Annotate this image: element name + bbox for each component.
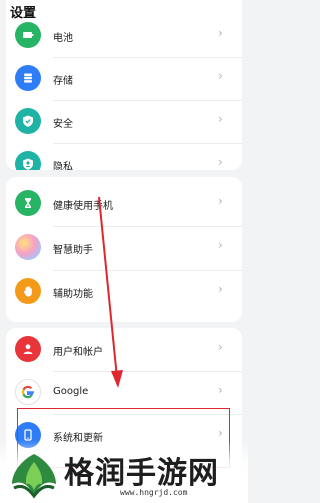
watermark-text: 格润手游网	[64, 456, 219, 491]
watermark-url: www.hngrjd.com	[120, 488, 188, 497]
watermark-logo-icon	[12, 454, 56, 499]
settings-screen: 电池 › 存储 › 安全 › 隐私 › 设置 健康使用手机 › 智慧助手 › 辅…	[0, 0, 248, 503]
